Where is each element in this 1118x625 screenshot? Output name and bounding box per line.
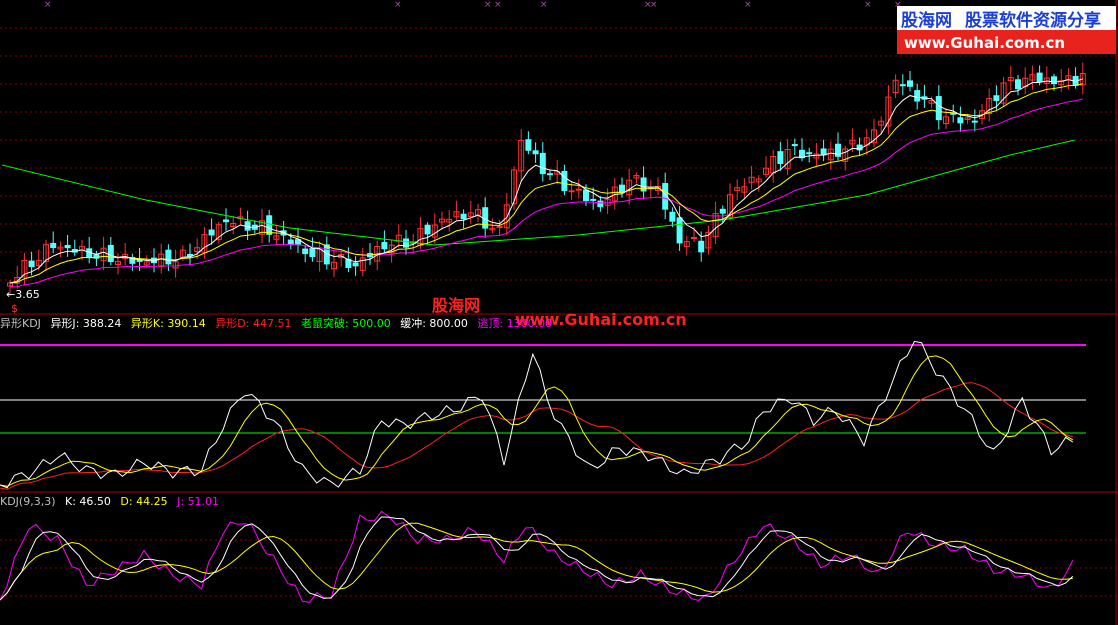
- custom-kdj-title: 异形KDJ: [0, 317, 41, 330]
- legend-series-j-value: 388.24: [83, 317, 122, 330]
- candle-body: [266, 215, 273, 235]
- candle-body: [424, 224, 431, 235]
- candle-body: [309, 248, 316, 258]
- custom-kdj-legend: 异形KDJ 异形J: 388.24 异形K: 390.14 异形D: 447.5…: [0, 316, 552, 330]
- candle-body: [165, 249, 172, 265]
- candle-body: [496, 225, 503, 228]
- candle-body: [1051, 76, 1057, 85]
- legend-level-escape-value: 1300.00: [507, 317, 553, 330]
- legend-series-j-name: 异形J: [50, 317, 75, 330]
- legend-level-escape-name: 逃顶: [477, 317, 499, 330]
- candle-body: [561, 170, 568, 192]
- candle-body: [302, 248, 309, 255]
- candle-body: [820, 148, 827, 156]
- candle-body: [590, 198, 597, 201]
- candle-body: [676, 217, 683, 244]
- top-marker-3: ×: [494, 0, 502, 10]
- candle-body: [971, 120, 978, 123]
- legend-series-d-name: 异形D: [215, 317, 245, 330]
- candle-body: [806, 152, 813, 155]
- kdj-legend: KDJ(9,3,3) K: 46.50 D: 44.25 J: 51.01: [0, 495, 219, 508]
- kdj-d-name: D: [120, 495, 128, 508]
- candle-body: [1015, 79, 1021, 90]
- candle-body: [669, 211, 676, 222]
- kdj-d-value: 44.25: [136, 495, 168, 508]
- top-marker-1: ×: [394, 0, 402, 10]
- low-price-label: ←3.65: [6, 288, 40, 301]
- candle-body: [935, 96, 942, 121]
- candle-body: [539, 152, 546, 175]
- logo-brand: 股海网: [901, 10, 952, 31]
- candle-body: [381, 241, 388, 250]
- candle-body: [698, 240, 705, 253]
- candle-body: [28, 260, 35, 268]
- candle-body: [568, 190, 575, 193]
- candle-body: [532, 150, 539, 155]
- logo-slogan: 股票软件资源分享: [965, 10, 1101, 31]
- candle-body: [575, 188, 582, 191]
- stock-chart[interactable]: × × × × × ×× × × × ←3.65 $ 股海网 www.Guhai.com.cn …: [0, 0, 1118, 625]
- top-marker-6: ×: [650, 0, 658, 10]
- top-marker-8: ×: [864, 0, 872, 10]
- legend-level-buffer-value: 800.00: [429, 317, 468, 330]
- top-marker-7: ×: [744, 0, 752, 10]
- legend-level-mouse-name: 老鼠突破: [301, 316, 345, 330]
- candle-body: [50, 242, 57, 249]
- legend-series-k-value: 390.14: [167, 317, 206, 330]
- candle-body: [107, 244, 114, 263]
- signal-label: $: [11, 302, 18, 315]
- candle-body: [547, 173, 553, 176]
- legend-level-mouse-value: 500.00: [352, 317, 391, 330]
- top-marker-4: ×: [540, 0, 548, 10]
- candle-body: [899, 84, 906, 87]
- candle-body: [583, 189, 589, 202]
- candle-body: [223, 219, 229, 223]
- candle-body: [719, 208, 726, 214]
- candle-body: [525, 139, 532, 151]
- candle-body: [957, 117, 964, 124]
- candle-body: [777, 151, 784, 164]
- site-logo[interactable]: 股海网 股票软件资源分享 www.Guhai.com.cn: [897, 6, 1116, 54]
- top-marker-0: ×: [44, 0, 52, 10]
- legend-series-k-name: 异形K: [131, 317, 161, 330]
- watermark-brand: 股海网: [432, 296, 480, 315]
- candle-body: [64, 244, 71, 249]
- candle-body: [914, 90, 921, 102]
- candle-body: [791, 144, 798, 147]
- kdj-j-value: 51.01: [188, 495, 220, 508]
- kdj-k-value: 46.50: [79, 495, 111, 508]
- candle-body: [691, 237, 697, 240]
- candle-body: [597, 200, 604, 208]
- candle-body: [208, 229, 215, 236]
- candle-body: [1036, 72, 1043, 83]
- legend-series-d-value: 447.51: [253, 317, 292, 330]
- top-marker-2: ×: [484, 0, 492, 10]
- candle-body: [907, 80, 913, 87]
- candle-body: [993, 95, 1000, 102]
- legend-level-buffer-name: 缓冲: [400, 316, 422, 330]
- kdj-title: KDJ(9,3,3): [0, 495, 56, 508]
- logo-url: www.Guhai.com.cn: [904, 34, 1065, 52]
- candle-body: [460, 213, 467, 220]
- candle-body: [352, 262, 359, 267]
- candle-body: [287, 239, 294, 246]
